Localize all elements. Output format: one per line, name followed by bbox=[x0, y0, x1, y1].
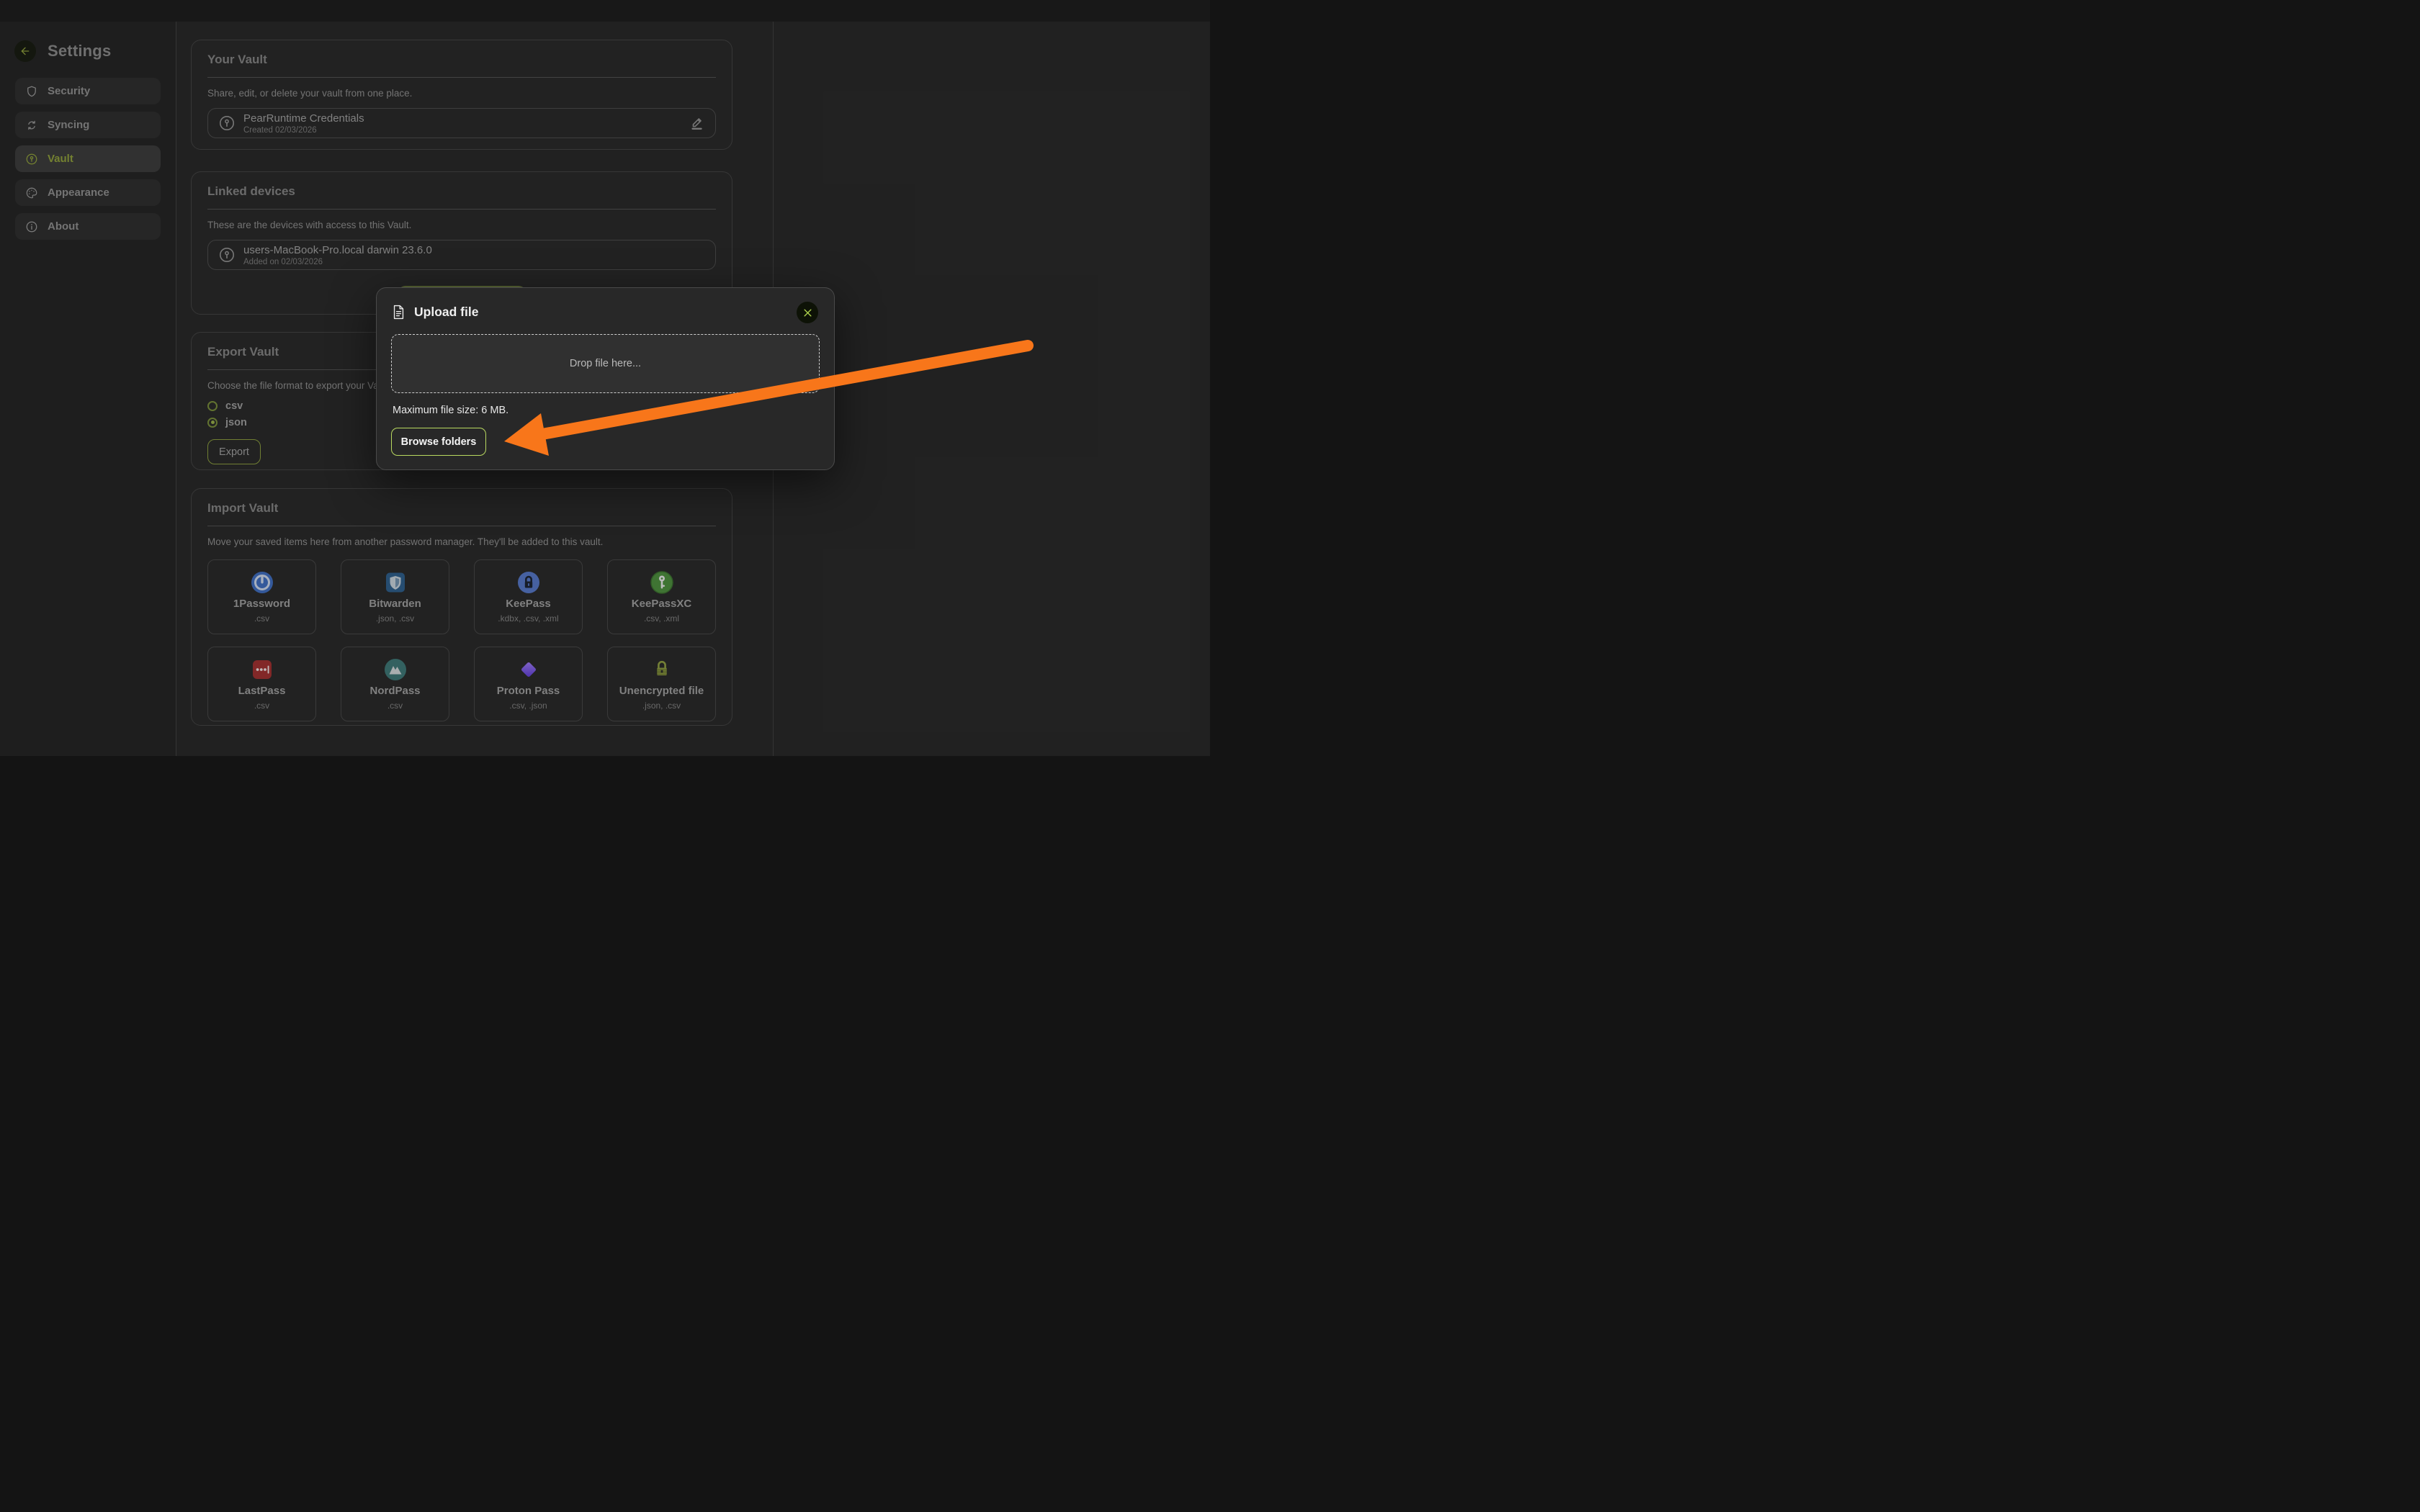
sidebar-item-vault[interactable]: Vault bbox=[15, 145, 161, 172]
import-source-name: LastPass bbox=[238, 685, 286, 697]
import-source-formats: .json, .csv bbox=[642, 701, 681, 711]
import-source-name: Proton Pass bbox=[497, 685, 560, 697]
edit-pencil-icon[interactable] bbox=[689, 115, 705, 131]
import-source-name: 1Password bbox=[233, 598, 290, 610]
back-button[interactable] bbox=[14, 40, 36, 62]
info-icon bbox=[25, 220, 38, 233]
settings-page: Settings Security Syncing Vault Appearance A… bbox=[0, 0, 1210, 756]
sidebar-item-label: About bbox=[48, 220, 79, 233]
card-title: Linked devices bbox=[207, 184, 716, 199]
device-added-date: Added on 02/03/2026 bbox=[243, 258, 432, 266]
import-source-formats: .csv bbox=[254, 613, 269, 624]
onepassword-icon bbox=[251, 571, 274, 594]
import-source-name: KeePass bbox=[506, 598, 551, 610]
file-dropzone[interactable]: Drop file here... bbox=[391, 334, 820, 393]
modal-header: Upload file bbox=[393, 305, 818, 320]
file-document-icon bbox=[393, 305, 405, 320]
lastpass-icon bbox=[251, 658, 274, 681]
import-tile-unencrypted-file[interactable]: Unencrypted file .json, .csv bbox=[607, 647, 716, 721]
close-x-icon bbox=[802, 307, 813, 318]
import-tile-bitwarden[interactable]: Bitwarden .json, .csv bbox=[341, 559, 449, 634]
import-source-formats: .csv, .xml bbox=[644, 613, 679, 624]
sidebar-item-label: Security bbox=[48, 85, 90, 97]
divider bbox=[207, 209, 716, 210]
sidebar-item-syncing[interactable]: Syncing bbox=[15, 112, 161, 138]
key-circle-icon bbox=[218, 246, 236, 264]
sidebar-item-appearance[interactable]: Appearance bbox=[15, 179, 161, 206]
keepass-icon bbox=[517, 571, 540, 594]
sidebar-item-label: Appearance bbox=[48, 186, 109, 199]
import-source-name: Unencrypted file bbox=[619, 685, 704, 697]
card-description: These are the devices with access to thi… bbox=[207, 220, 716, 230]
protonpass-icon bbox=[517, 658, 540, 681]
key-circle-icon bbox=[218, 114, 236, 132]
import-source-name: NordPass bbox=[369, 685, 420, 697]
vault-item-row[interactable]: PearRuntime Credentials Created 02/03/20… bbox=[207, 108, 716, 138]
your-vault-card: Your Vault Share, edit, or delete your v… bbox=[191, 40, 732, 150]
import-source-name: KeePassXC bbox=[632, 598, 691, 610]
palette-icon bbox=[25, 186, 38, 199]
upload-file-modal: Upload file Drop file here... Maximum fi… bbox=[376, 287, 835, 470]
dropzone-text: Drop file here... bbox=[570, 358, 641, 369]
close-button[interactable] bbox=[797, 302, 818, 323]
import-tile-proton-pass[interactable]: Proton Pass .csv, .json bbox=[474, 647, 583, 721]
key-circle-icon bbox=[25, 153, 38, 166]
device-row[interactable]: users-MacBook-Pro.local darwin 23.6.0 Ad… bbox=[207, 240, 716, 270]
vault-name: PearRuntime Credentials bbox=[243, 112, 364, 125]
card-title: Your Vault bbox=[207, 53, 716, 67]
radio-label: csv bbox=[225, 400, 243, 412]
bitwarden-icon bbox=[384, 571, 407, 594]
import-source-formats: .csv, .json bbox=[509, 701, 547, 711]
page-title: Settings bbox=[48, 42, 111, 60]
import-tile-keepass[interactable]: KeePass .kdbx, .csv, .xml bbox=[474, 559, 583, 634]
import-vault-card: Import Vault Move your saved items here … bbox=[191, 488, 732, 726]
browse-folders-button[interactable]: Browse folders bbox=[391, 428, 486, 456]
import-tile-nordpass[interactable]: NordPass .csv bbox=[341, 647, 449, 721]
import-source-formats: .csv bbox=[387, 701, 403, 711]
import-source-formats: .csv bbox=[254, 701, 269, 711]
divider bbox=[207, 77, 716, 78]
sidebar-header: Settings bbox=[14, 40, 176, 62]
card-description: Move your saved items here from another … bbox=[207, 536, 716, 547]
import-source-name: Bitwarden bbox=[369, 598, 421, 610]
import-tile-keepassxc[interactable]: KeePassXC .csv, .xml bbox=[607, 559, 716, 634]
unencrypted-icon bbox=[650, 658, 673, 681]
vault-created-date: Created 02/03/2026 bbox=[243, 126, 364, 135]
shield-icon bbox=[25, 85, 38, 98]
sidebar-item-label: Syncing bbox=[48, 119, 89, 131]
max-file-size-text: Maximum file size: 6 MB. bbox=[393, 405, 508, 416]
radio-unselected-icon[interactable] bbox=[207, 401, 218, 411]
import-source-formats: .json, .csv bbox=[376, 613, 414, 624]
nordpass-icon bbox=[384, 658, 407, 681]
card-title: Import Vault bbox=[207, 501, 716, 516]
sidebar-nav: Security Syncing Vault Appearance About bbox=[0, 78, 176, 240]
modal-title: Upload file bbox=[414, 305, 478, 320]
sidebar-item-label: Vault bbox=[48, 153, 73, 165]
radio-selected-icon[interactable] bbox=[207, 418, 218, 428]
card-description: Share, edit, or delete your vault from o… bbox=[207, 88, 716, 99]
device-name: users-MacBook-Pro.local darwin 23.6.0 bbox=[243, 244, 432, 256]
import-tile-1password[interactable]: 1Password .csv bbox=[207, 559, 316, 634]
sidebar-item-about[interactable]: About bbox=[15, 213, 161, 240]
radio-label: json bbox=[225, 417, 247, 428]
import-tile-lastpass[interactable]: LastPass .csv bbox=[207, 647, 316, 721]
window-title-bar bbox=[0, 0, 1210, 22]
keepassxc-icon bbox=[650, 571, 673, 594]
import-sources-grid: 1Password .csv Bitwarden .json, .csv KeePass… bbox=[207, 559, 716, 721]
arrow-left-icon bbox=[19, 45, 31, 57]
sidebar-item-security[interactable]: Security bbox=[15, 78, 161, 104]
sync-icon bbox=[25, 119, 38, 132]
import-source-formats: .kdbx, .csv, .xml bbox=[498, 613, 558, 624]
export-button[interactable]: Export bbox=[207, 439, 261, 464]
settings-sidebar: Settings Security Syncing Vault Appearance A… bbox=[0, 22, 176, 756]
